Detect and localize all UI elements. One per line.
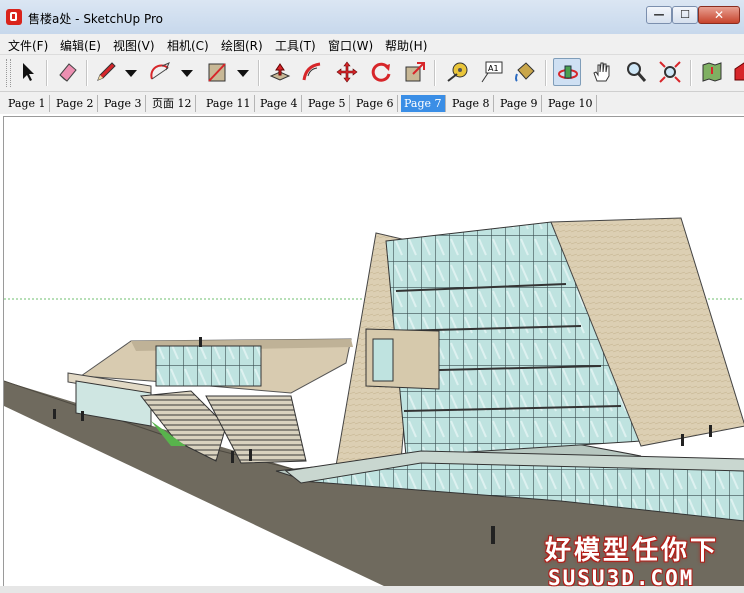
rectangle-dropdown-chevron-icon[interactable] (237, 70, 249, 77)
eraser-icon (59, 63, 77, 82)
orbit-tool-button[interactable] (553, 58, 581, 86)
scene-tab[interactable]: Page 9 (497, 95, 542, 112)
text-tool-button[interactable]: A1 (477, 58, 505, 86)
title-bar: 售楼a处 - SketchUp Pro — ☐ ✕ (0, 0, 744, 35)
menu-edit[interactable]: 编辑(E) (60, 37, 101, 54)
scene-tab[interactable]: Page 6 (353, 95, 398, 112)
arc-dropdown-chevron-icon[interactable] (181, 70, 193, 77)
watermark-slogan: 好模型任你下 (545, 536, 720, 566)
scene-tab-active[interactable]: Page 7 (401, 95, 446, 112)
arc-icon (150, 62, 170, 80)
scene-tab[interactable]: Page 1 (5, 95, 50, 112)
move-icon (336, 61, 358, 83)
rectangle-icon (208, 63, 226, 82)
warehouse-icon (734, 62, 744, 81)
rectangle-tool-button[interactable] (203, 58, 231, 86)
add-location-button[interactable] (698, 58, 726, 86)
menu-help[interactable]: 帮助(H) (385, 37, 427, 54)
menu-camera[interactable]: 相机(C) (167, 37, 209, 54)
text-tool-label: A1 (488, 64, 499, 73)
line-dropdown-chevron-icon[interactable] (125, 70, 137, 77)
menu-draw[interactable]: 绘图(R) (221, 37, 263, 54)
follow-me-icon (302, 62, 321, 81)
menu-file[interactable]: 文件(F) (8, 37, 48, 54)
select-arrow-icon (23, 63, 34, 81)
scale-icon (405, 62, 425, 82)
pencil-line-icon (97, 62, 116, 81)
building-model-render (4, 217, 744, 587)
sketchup-app-icon (6, 9, 22, 25)
paint-bucket-tool-button[interactable] (511, 58, 539, 86)
close-icon: ✕ (713, 8, 725, 22)
select-tool-button[interactable] (14, 58, 42, 86)
minimize-button[interactable]: — (646, 6, 672, 24)
pan-tool-button[interactable] (588, 58, 616, 86)
toolbar-grip[interactable] (6, 59, 11, 87)
zoom-extents-icon (659, 61, 681, 83)
zoom-tool-button[interactable] (622, 58, 650, 86)
zoom-icon (627, 62, 647, 82)
arc-tool-button[interactable] (146, 58, 174, 86)
maximize-button[interactable]: ☐ (672, 6, 698, 24)
rotate-tool-button[interactable] (367, 58, 395, 86)
menu-view[interactable]: 视图(V) (113, 37, 155, 54)
minimize-icon: — (653, 8, 665, 21)
scene-tab[interactable]: Page 10 (545, 95, 597, 112)
paint-bucket-icon (515, 62, 535, 82)
map-icon (702, 62, 722, 82)
scene-tab[interactable]: Page 2 (53, 95, 98, 112)
menu-bar: 文件(F) 编辑(E) 视图(V) 相机(C) 绘图(R) 工具(T) 窗口(W… (0, 34, 744, 55)
toolbar-separator (258, 60, 260, 86)
scene-tab[interactable]: 页面 12 (149, 95, 196, 112)
toolbar-separator (434, 60, 436, 86)
rotate-icon (371, 62, 391, 82)
move-tool-button[interactable] (333, 58, 361, 86)
push-pull-icon (269, 63, 291, 81)
scene-tab[interactable]: Page 8 (449, 95, 494, 112)
model-viewport[interactable] (3, 116, 744, 587)
watermark-site: SUSU3D.COM (548, 566, 695, 590)
maximize-icon: ☐ (680, 8, 690, 21)
text-icon: A1 (481, 61, 503, 83)
follow-me-tool-button[interactable] (298, 58, 326, 86)
push-pull-tool-button[interactable] (266, 58, 294, 86)
zoom-extents-tool-button[interactable] (656, 58, 684, 86)
warehouse-button[interactable] (730, 58, 744, 86)
toolbar-separator (690, 60, 692, 86)
line-tool-button[interactable] (92, 58, 120, 86)
menu-window[interactable]: 窗口(W) (328, 37, 373, 54)
eraser-tool-button[interactable] (54, 58, 82, 86)
toolbar-separator (46, 60, 48, 86)
toolbar-separator (545, 60, 547, 86)
scale-tool-button[interactable] (401, 58, 429, 86)
scene-tab[interactable]: Page 5 (305, 95, 350, 112)
tape-measure-tool-button[interactable] (443, 58, 471, 86)
low-building-glazing (155, 345, 262, 387)
pan-hand-icon (593, 62, 610, 82)
window-title: 售楼a处 - SketchUp Pro (28, 12, 163, 26)
close-button[interactable]: ✕ (698, 6, 740, 24)
orbit-icon (558, 65, 578, 79)
menu-tools[interactable]: 工具(T) (275, 37, 316, 54)
scene-tab[interactable]: Page 3 (101, 95, 146, 112)
tape-measure-icon (447, 62, 468, 82)
tools-toolbar: A1 (0, 55, 744, 92)
toolbar-separator (86, 60, 88, 86)
scene-tab[interactable]: Page 4 (257, 95, 302, 112)
scene-tabs: Page 1 Page 2 Page 3 页面 12 Page 11 Page … (0, 92, 744, 114)
scene-tab[interactable]: Page 11 (203, 95, 255, 112)
